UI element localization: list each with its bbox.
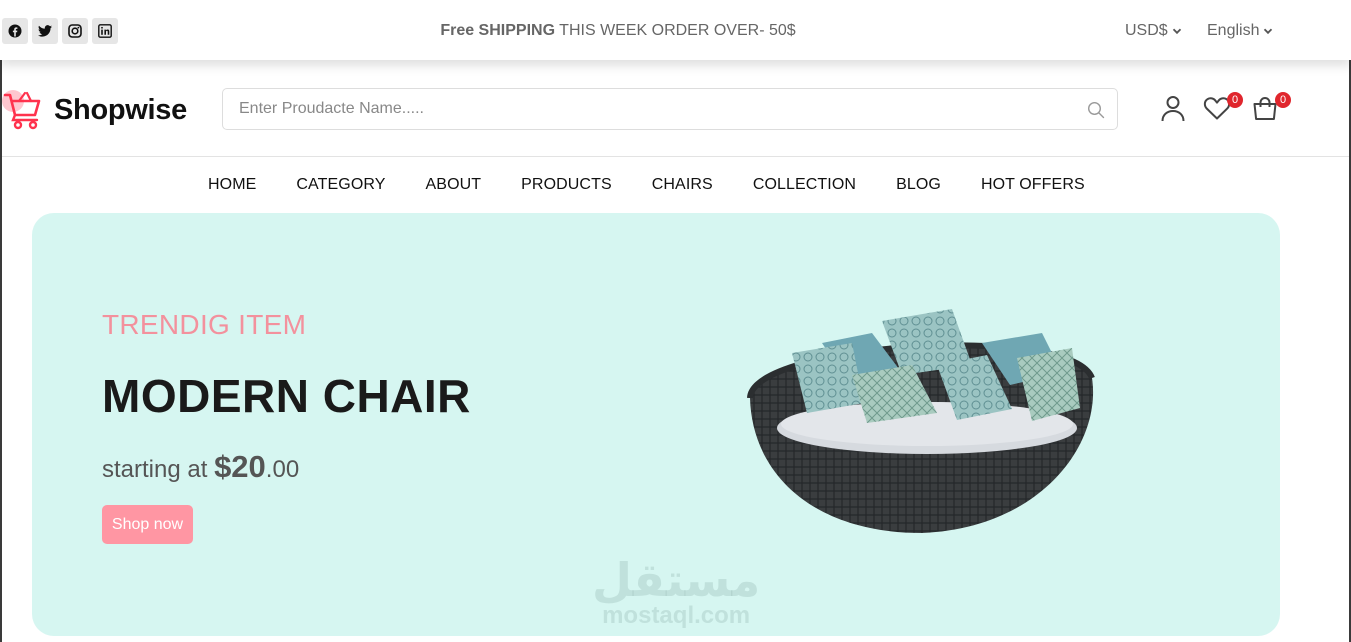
watermark-latin: mostaql.com	[602, 602, 751, 629]
currency-value: USD$	[1125, 22, 1168, 39]
nav-item-hot-offers[interactable]: HOT OFFERS	[981, 176, 1085, 194]
price-cents: .00	[265, 456, 300, 483]
top-bar: Free SHIPPING THIS WEEK ORDER OVER- 50$ …	[0, 0, 1351, 60]
account-icon[interactable]	[1159, 94, 1187, 122]
site-logo[interactable]: Shopwise	[0, 86, 187, 134]
wishlist-count-badge: 0	[1227, 92, 1243, 108]
hero-headline: MODERN CHAIR	[102, 370, 471, 422]
round-wicker-chair-image	[747, 309, 1095, 533]
chevron-down-icon	[1172, 28, 1181, 35]
wishlist-button[interactable]: 0	[1203, 92, 1243, 122]
hero-price: starting at $20.00	[102, 449, 299, 485]
nav-item-category[interactable]: CATEGORY	[296, 176, 385, 194]
watermark-arabic: مستقل	[592, 554, 761, 606]
search-bar	[222, 88, 1118, 130]
language-selector[interactable]: English	[1207, 22, 1273, 40]
nav-item-chairs[interactable]: CHAIRS	[652, 176, 713, 194]
language-value: English	[1207, 22, 1260, 39]
cart-button[interactable]: 0	[1251, 92, 1291, 122]
search-input[interactable]	[223, 89, 1073, 129]
header-divider	[0, 156, 1351, 157]
shipping-promo: Free SHIPPING THIS WEEK ORDER OVER- 50$	[0, 22, 1236, 40]
price-prefix: starting at	[102, 456, 215, 483]
search-icon[interactable]	[1087, 101, 1105, 119]
hero-banner: TRENDIG ITEM MODERN CHAIR starting at $2…	[32, 213, 1280, 636]
main-navigation: HOME CATEGORY ABOUT PRODUCTS CHAIRS COLL…	[208, 176, 1125, 194]
price-amount: $20	[214, 449, 266, 484]
promo-highlight: Free SHIPPING	[440, 22, 556, 39]
promo-text: THIS WEEK ORDER OVER- 50$	[555, 22, 796, 39]
chevron-down-icon	[1264, 28, 1273, 35]
currency-selector[interactable]: USD$	[1125, 22, 1182, 40]
watermark: مستقل mostaql.com	[592, 554, 761, 630]
cart-count-badge: 0	[1275, 92, 1291, 108]
logo-text: Shopwise	[54, 93, 187, 126]
nav-item-collection[interactable]: COLLECTION	[753, 176, 856, 194]
nav-item-blog[interactable]: BLOG	[896, 176, 941, 194]
nav-item-home[interactable]: HOME	[208, 176, 256, 194]
nav-item-products[interactable]: PRODUCTS	[521, 176, 612, 194]
hero-eyebrow: TRENDIG ITEM	[102, 309, 307, 340]
nav-item-about[interactable]: ABOUT	[426, 176, 482, 194]
shopping-basket-icon	[0, 86, 48, 134]
shop-now-button[interactable]: Shop now	[102, 505, 193, 544]
